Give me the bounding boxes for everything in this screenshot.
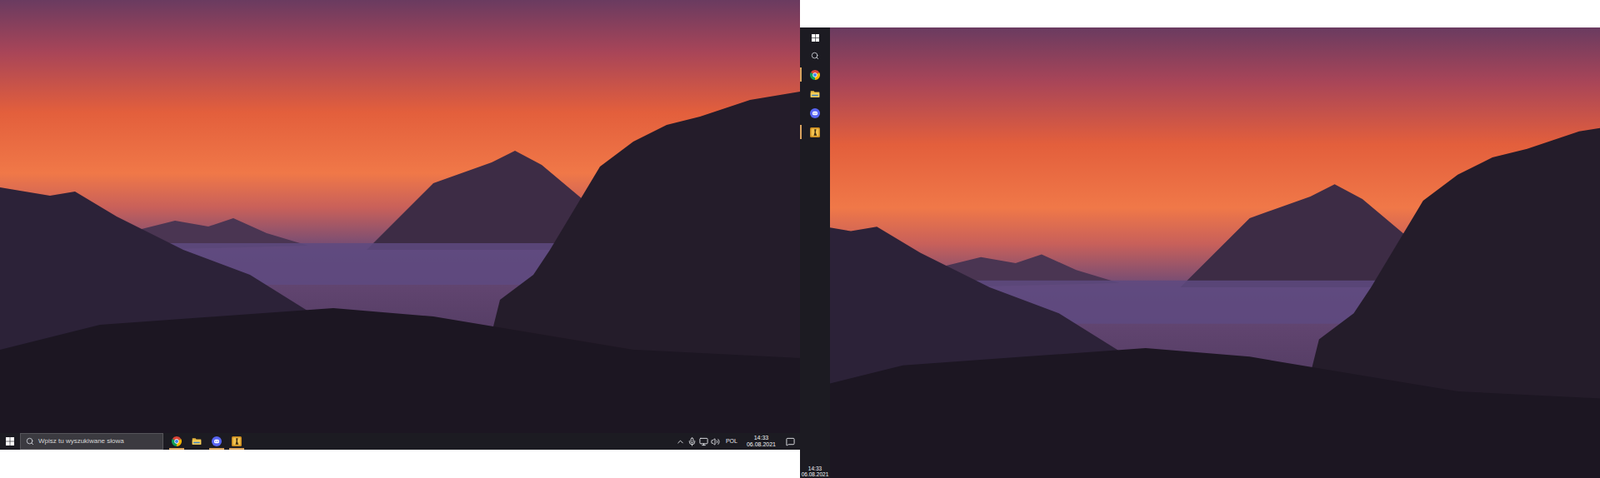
system-tray: POL14:3306.08.2021: [675, 433, 800, 450]
taskbar-app[interactable]: [800, 103, 830, 123]
running-indicator: [800, 125, 802, 140]
chevron-up-icon[interactable]: [675, 437, 685, 447]
taskbar-app[interactable]: [800, 84, 830, 104]
search-box[interactable]: Wpisz tu wyszukiwane słowa: [20, 433, 164, 450]
right-monitor: 14:3306.08.2021: [800, 0, 1600, 478]
mountain-sunset-icon: [0, 0, 800, 434]
start-button[interactable]: [800, 28, 830, 47]
notification-icon: [785, 437, 795, 447]
folder-icon[interactable]: [810, 89, 820, 100]
network-icon[interactable]: [699, 437, 709, 447]
vertical-taskbar: 14:3306.08.2021: [800, 27, 830, 478]
discord-icon[interactable]: [810, 108, 820, 119]
search-button[interactable]: [800, 46, 830, 65]
taskbar-app[interactable]: [166, 433, 187, 450]
chrome-icon[interactable]: [810, 70, 820, 80]
clock[interactable]: 14:3306.08.2021: [743, 435, 780, 448]
taskbar-app[interactable]: [206, 433, 227, 450]
running-indicator: [229, 448, 245, 450]
right-wallpaper: [830, 27, 1600, 478]
taskbar-app[interactable]: [800, 122, 830, 142]
running-indicator: [169, 448, 185, 450]
start-button[interactable]: [0, 433, 20, 450]
windows-icon[interactable]: [811, 34, 820, 42]
running-indicator: [800, 67, 802, 82]
language-indicator[interactable]: POL: [722, 437, 741, 447]
game-icon[interactable]: [231, 436, 242, 447]
clock[interactable]: 14:3306.08.2021: [801, 465, 830, 478]
running-indicator: [209, 448, 225, 450]
taskbar: Wpisz tu wyszukiwane słowa POL14:3306.08.…: [0, 433, 800, 450]
left-wallpaper: [0, 0, 800, 434]
windows-icon[interactable]: [5, 437, 15, 446]
mountain-sunset-icon: [830, 27, 1600, 478]
search-icon: [25, 437, 35, 446]
desktop: Wpisz tu wyszukiwane słowaPOL14:3306.08.…: [0, 0, 1600, 478]
volume-icon[interactable]: [710, 437, 720, 447]
chrome-icon[interactable]: [171, 436, 182, 447]
discord-icon[interactable]: [211, 436, 222, 447]
taskbar-app[interactable]: [186, 433, 207, 450]
search-icon: [810, 51, 820, 60]
taskbar-app[interactable]: [800, 65, 830, 85]
notification-button[interactable]: [781, 433, 799, 450]
game-icon[interactable]: [810, 127, 820, 138]
folder-icon[interactable]: [191, 436, 202, 447]
taskbar-app[interactable]: [226, 433, 247, 450]
left-monitor: Wpisz tu wyszukiwane słowa POL14:3306.08.…: [0, 0, 800, 478]
taskbar-apps: [166, 433, 247, 450]
microphone-icon[interactable]: [687, 437, 697, 447]
